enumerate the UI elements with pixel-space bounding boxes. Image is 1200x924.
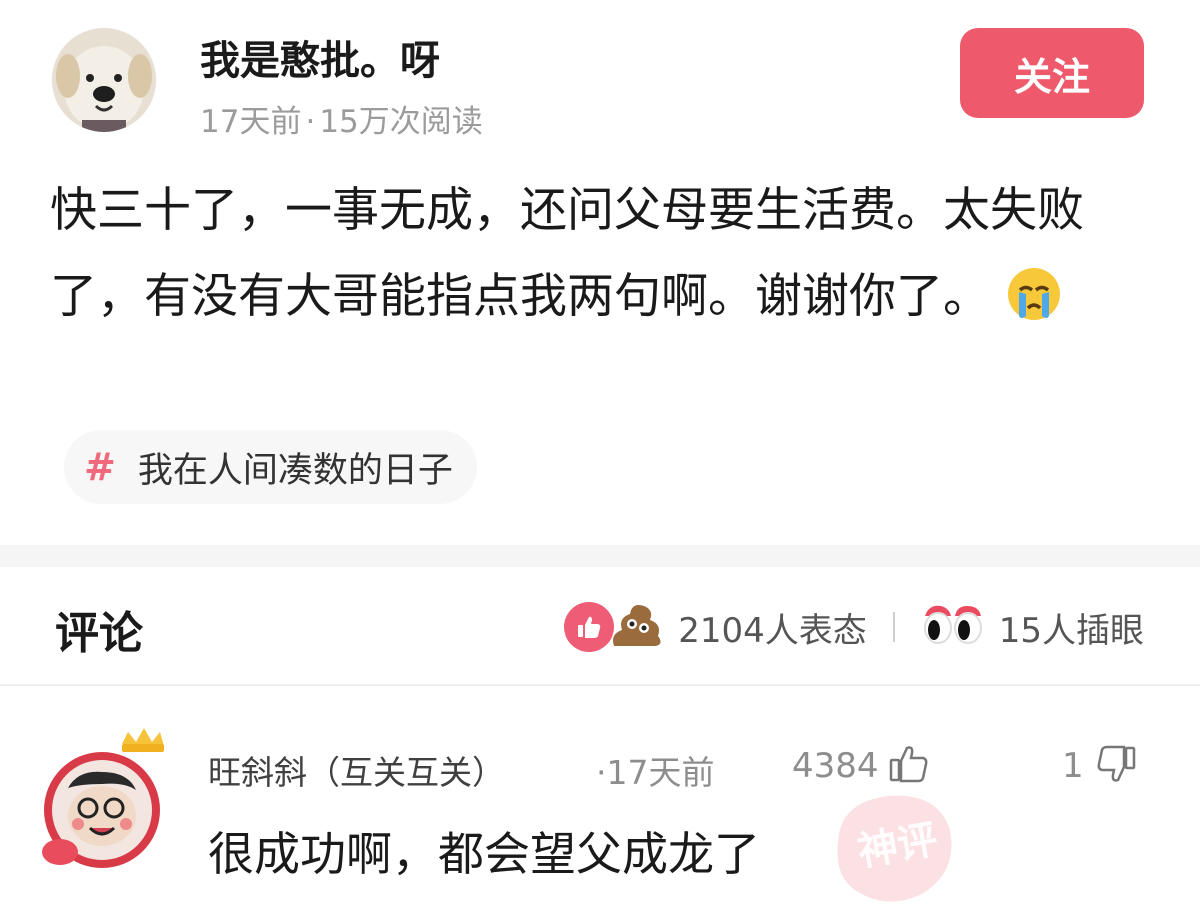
crown-icon — [122, 728, 164, 752]
topic-label: 我在人间凑数的日子 — [137, 450, 453, 491]
crying-face-icon — [1006, 264, 1062, 350]
comment-time: ·17天前 — [596, 753, 715, 792]
post-views: 15万次阅读 — [319, 104, 483, 140]
comment-dislike-button[interactable]: 1 — [1062, 742, 1138, 790]
commenter-name[interactable]: 旺斜斜（互关互关） — [208, 746, 505, 794]
post-meta: 17天前 · 15万次阅读 — [200, 96, 483, 141]
peeking-eyes-icon[interactable] — [921, 602, 985, 652]
comment-text: 很成功啊，都会望父成龙了 — [208, 827, 760, 881]
commenter-avatar[interactable] — [38, 724, 178, 874]
like-reaction-icon[interactable] — [564, 602, 615, 652]
poop-reaction-icon[interactable] — [608, 600, 664, 654]
comment-item: 旺斜斜（互关互关） ·17天前 4384 1 很成功啊，都会望父成龙了 神评 — [0, 690, 1200, 924]
meta-separator: · — [305, 104, 316, 140]
follow-button[interactable]: 关注 — [960, 28, 1144, 118]
post-header: 我是憨批。呀 17天前 · 15万次阅读 关注 — [0, 0, 1200, 150]
comments-divider-line — [0, 684, 1200, 686]
comment-like-count: 4384 — [792, 746, 879, 786]
reaction-count: 2104人表态 — [678, 610, 867, 651]
reactions-separator — [892, 612, 895, 642]
thumbs-down-icon[interactable] — [1094, 742, 1138, 790]
peek-count: 15人插眼 — [998, 610, 1144, 651]
topic-tag[interactable]: # 我在人间凑数的日子 — [64, 430, 477, 504]
comments-title: 评论 — [55, 608, 143, 659]
post-content: 快三十了，一事无成，还问父母要生活费。太失败了，有没有大哥能指点我两句啊。谢谢你… — [50, 168, 1140, 350]
hash-icon: # — [84, 445, 116, 489]
comment-dislike-count: 1 — [1062, 746, 1084, 786]
dog-avatar — [52, 28, 156, 132]
section-divider — [0, 545, 1200, 567]
author-name[interactable]: 我是憨批。呀 — [200, 28, 440, 86]
comments-header: 评论 2104人表态 15人插眼 — [0, 567, 1200, 685]
post-text: 快三十了，一事无成，还问父母要生活费。太失败了，有没有大哥能指点我两句啊。谢谢你… — [50, 183, 1084, 324]
shenping-stamp-icon: 神评 — [818, 782, 968, 914]
reactions-bar[interactable]: 2104人表态 15人插眼 — [564, 595, 1144, 659]
author-avatar[interactable] — [52, 28, 156, 132]
post-time: 17天前 — [200, 104, 302, 140]
